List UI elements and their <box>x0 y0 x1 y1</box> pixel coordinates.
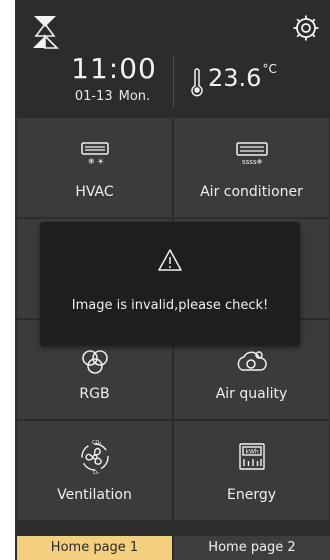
gear-icon[interactable] <box>292 14 320 42</box>
temperature-value: 23.6 <box>208 64 262 92</box>
indoor-temperature: 23.6°C <box>208 62 277 92</box>
home-panel: 11:00 01-13 Mon. 23.6°C ❄ ☀ HVAC ssss❄ A… <box>15 0 330 560</box>
rgb-circles-icon <box>81 350 108 374</box>
tab-home-page-2[interactable]: Home page 2 <box>174 536 330 560</box>
header-divider <box>173 56 174 108</box>
tab-home-page-1[interactable]: Home page 1 <box>17 536 172 560</box>
tile-label: RGB <box>79 386 110 402</box>
error-message: Image is invalid,please check! <box>71 298 269 313</box>
temperature-unit: °C <box>262 62 277 76</box>
tile-energy[interactable]: kWh Energy <box>174 421 329 520</box>
clock-time: 11:00 <box>71 52 157 85</box>
device-screen: 11:00 01-13 Mon. 23.6°C ❄ ☀ HVAC ssss❄ A… <box>15 0 330 560</box>
hvac-unit-icon: ❄ ☀ <box>80 142 109 166</box>
tile-label: Energy <box>226 487 276 503</box>
brand-logo-icon <box>33 16 59 49</box>
tile-air-conditioner[interactable]: ssss❄ Air conditioner <box>174 118 329 217</box>
tile-label: HVAC <box>75 184 114 200</box>
ventilation-fan-icon: CO₂ O₂ <box>80 440 109 475</box>
tile-label: Ventilation <box>57 487 132 503</box>
energy-meter-icon: kWh <box>238 443 265 470</box>
svg-text:kWh: kWh <box>245 449 258 456</box>
svg-text:ssss❄: ssss❄ <box>242 158 263 166</box>
tile-hvac[interactable]: ❄ ☀ HVAC <box>17 118 172 217</box>
air-quality-icon <box>237 351 267 371</box>
tile-label: Air conditioner <box>200 184 303 200</box>
thermometer-icon <box>191 68 203 97</box>
tile-label: Air quality <box>215 386 288 402</box>
tile-ventilation[interactable]: CO₂ O₂ Ventilation <box>17 421 172 520</box>
warning-icon <box>158 249 182 271</box>
weekday-value: Mon. <box>118 89 151 104</box>
svg-text:O₂: O₂ <box>93 470 99 475</box>
svg-text:CO₂: CO₂ <box>92 440 101 446</box>
air-conditioner-icon: ssss❄ <box>235 142 268 166</box>
page-tabs: Home page 1 Home page 2 <box>15 536 330 560</box>
svg-text:☀: ☀ <box>97 157 104 166</box>
svg-text:❄: ❄ <box>88 157 95 166</box>
error-dialog[interactable]: Image is invalid,please check! <box>40 222 300 346</box>
date-value: 01-13 <box>74 89 113 104</box>
clock-date: 01-13 Mon. <box>55 89 170 104</box>
